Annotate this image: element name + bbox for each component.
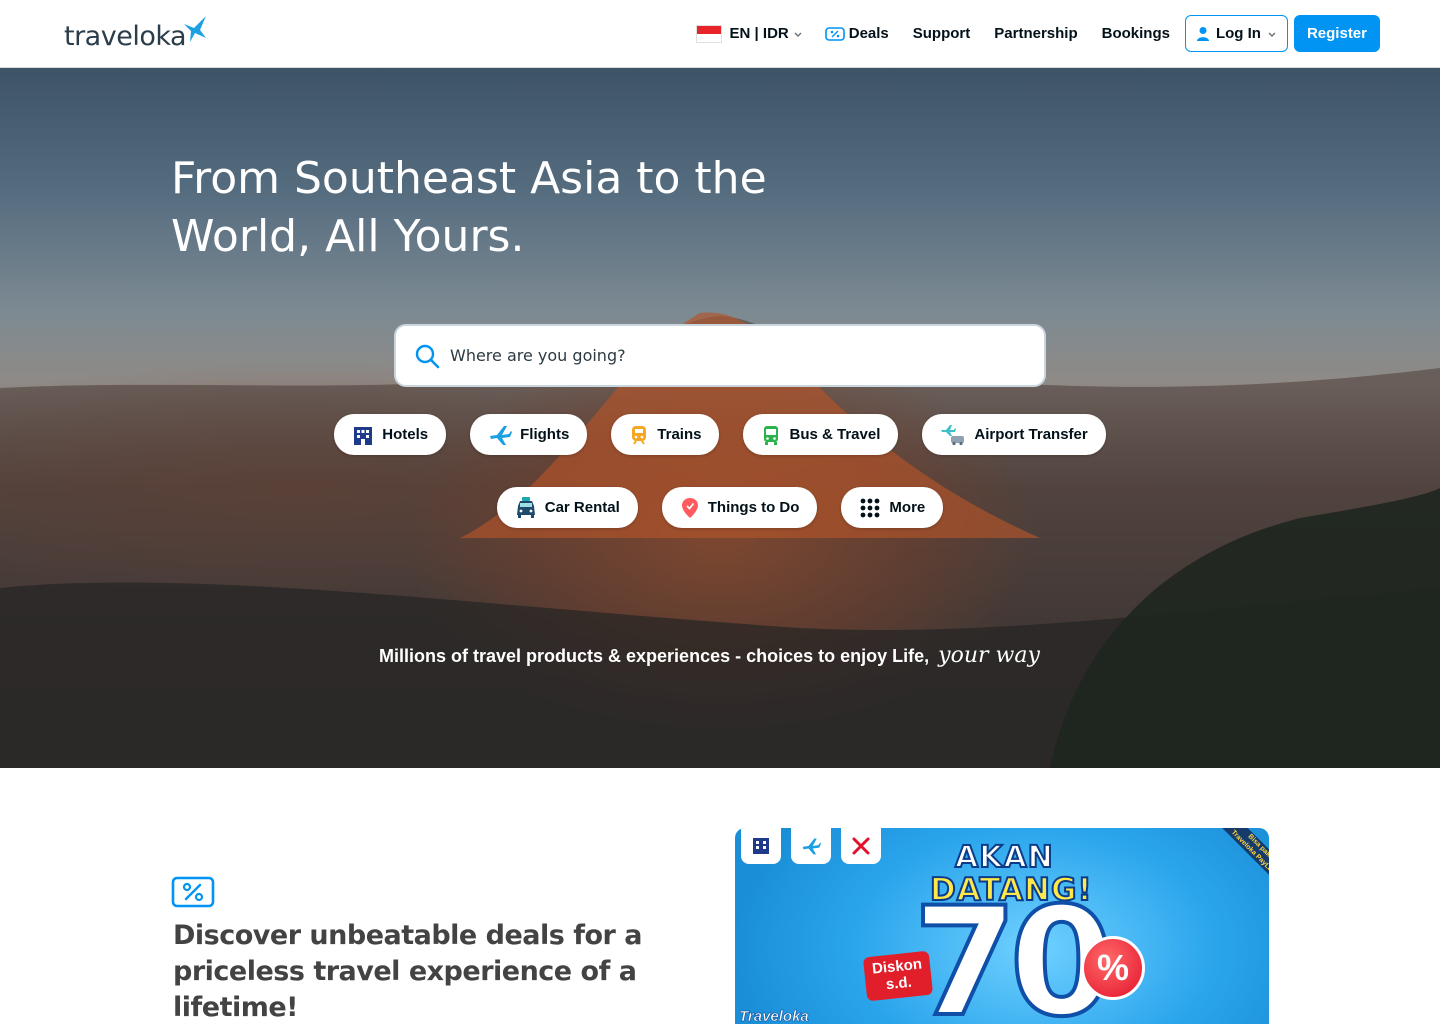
activity-icon bbox=[852, 837, 870, 855]
top-navigation-bar: traveloka EN | IDR Deals Support Partner… bbox=[0, 0, 1440, 68]
product-trains[interactable]: Trains bbox=[611, 414, 720, 455]
user-icon bbox=[1196, 26, 1209, 41]
bird-logo-icon bbox=[184, 16, 206, 42]
product-label: Flights bbox=[520, 426, 570, 443]
promo-big-number: 70 bbox=[911, 876, 1116, 1024]
bus-icon bbox=[764, 425, 779, 445]
language-currency-selector[interactable]: EN | IDR bbox=[695, 24, 803, 43]
hotel-icon bbox=[354, 426, 373, 445]
promo-hotel-tile bbox=[741, 828, 781, 864]
product-label: Trains bbox=[657, 426, 702, 443]
product-car-rental[interactable]: Car Rental bbox=[496, 487, 638, 528]
ribbon-line2: Traveloka PayLater bbox=[1229, 829, 1269, 880]
nav-bookings[interactable]: Bookings bbox=[1102, 25, 1170, 42]
plane-icon bbox=[802, 838, 821, 855]
hero-tagline: Millions of travel products & experience… bbox=[379, 643, 1040, 668]
chevron-down-icon bbox=[1268, 32, 1276, 37]
promo-percent-badge: % bbox=[1081, 936, 1145, 1000]
main-nav: EN | IDR Deals Support Partnership Booki… bbox=[695, 15, 1380, 52]
logo-wordmark: traveloka bbox=[64, 21, 187, 52]
hero-banner: From Southeast Asia to the World, All Yo… bbox=[0, 68, 1440, 768]
tagline-text: Millions of travel products & experience… bbox=[379, 646, 930, 666]
destination-search-box[interactable] bbox=[394, 324, 1046, 387]
hero-heading: From Southeast Asia to the World, All Yo… bbox=[171, 153, 767, 262]
product-label: Airport Transfer bbox=[974, 426, 1088, 443]
promo-activity-tile bbox=[841, 828, 881, 864]
promo-corner-ribbon: Bisa pakai Traveloka PayLater bbox=[1219, 828, 1269, 890]
login-button[interactable]: Log In bbox=[1184, 15, 1288, 52]
promo-banner[interactable]: AKAN DATANG! 70 Diskon s.d. % Traveloka … bbox=[735, 828, 1269, 1024]
product-flights[interactable]: Flights bbox=[470, 414, 588, 455]
login-label: Log In bbox=[1215, 25, 1261, 42]
product-label: Bus & Travel bbox=[789, 426, 881, 443]
airport-transfer-icon bbox=[941, 424, 965, 445]
promo-discount-line2: s.d. bbox=[885, 973, 913, 994]
product-hotels[interactable]: Hotels bbox=[334, 414, 447, 455]
product-label: Hotels bbox=[382, 426, 429, 443]
destination-search-input[interactable] bbox=[450, 346, 1010, 365]
hotel-icon bbox=[753, 838, 769, 854]
discount-tag-icon bbox=[824, 26, 845, 41]
product-things-to-do[interactable]: Things to Do bbox=[661, 487, 818, 528]
plane-icon bbox=[490, 425, 513, 445]
promo-line1: AKAN bbox=[954, 839, 1054, 876]
product-label: Car Rental bbox=[544, 499, 620, 516]
register-button[interactable]: Register bbox=[1293, 15, 1380, 52]
tagline-script: your way bbox=[938, 643, 1040, 668]
product-label: Things to Do bbox=[707, 499, 800, 516]
promo-discount-badge: Diskon s.d. bbox=[862, 950, 934, 1002]
product-bus-travel[interactable]: Bus & Travel bbox=[743, 414, 899, 455]
discount-coupon-icon bbox=[171, 876, 215, 908]
location-pin-icon bbox=[681, 497, 698, 518]
language-currency-label: EN | IDR bbox=[729, 25, 789, 42]
nav-deals[interactable]: Deals bbox=[824, 25, 889, 42]
indonesia-flag-icon bbox=[695, 24, 722, 43]
promo-brand: Traveloka bbox=[739, 1008, 809, 1024]
search-icon bbox=[415, 344, 440, 368]
deals-heading: Discover unbeatable deals for a priceles… bbox=[173, 920, 642, 1023]
chevron-down-icon bbox=[794, 32, 802, 37]
nav-deals-label: Deals bbox=[848, 25, 889, 42]
nav-support[interactable]: Support bbox=[913, 25, 971, 42]
traveloka-logo[interactable]: traveloka bbox=[64, 14, 206, 54]
product-airport-transfer[interactable]: Airport Transfer bbox=[922, 414, 1106, 455]
product-menu-row-1: Hotels Flights Trains Bus & Travel Airpo… bbox=[0, 414, 1440, 455]
grid-dots-icon bbox=[861, 498, 880, 517]
promo-flight-tile bbox=[791, 828, 831, 864]
nav-partnership[interactable]: Partnership bbox=[994, 25, 1077, 42]
product-menu-row-2: Car Rental Things to Do More bbox=[0, 487, 1440, 528]
car-icon bbox=[516, 496, 535, 518]
train-icon bbox=[632, 425, 647, 445]
product-label: More bbox=[889, 499, 926, 516]
product-more[interactable]: More bbox=[841, 487, 944, 528]
